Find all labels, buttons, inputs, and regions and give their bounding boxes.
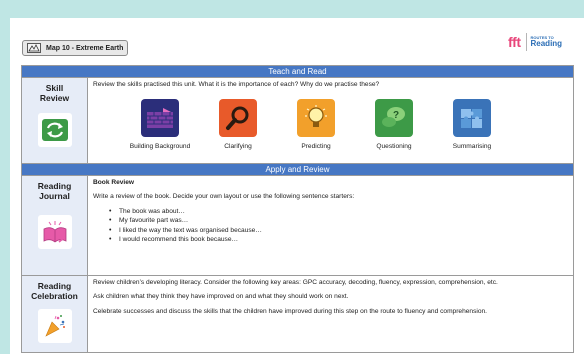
reading-journal-content: Book Review Write a review of the book. … xyxy=(88,176,573,275)
sentence-starters-list: The book was about… My favourite part wa… xyxy=(93,208,568,245)
book-review-heading: Book Review xyxy=(93,179,135,186)
reading-celebration-title: Reading Celebration xyxy=(31,281,78,301)
reading-journal-title: Reading Journal xyxy=(38,181,72,201)
skill-predicting: Predicting xyxy=(277,99,355,151)
routes-to-reading-logo: ROUTES TO Reading xyxy=(531,36,563,48)
question-bubble-icon: ? xyxy=(375,99,413,138)
reading-journal-title-line1: Reading xyxy=(37,181,72,191)
list-item: The book was about… xyxy=(109,208,568,217)
reading-celebration-label-cell: Reading Celebration xyxy=(22,276,88,352)
lesson-table: Teach and Read Skill Review Review the s… xyxy=(21,65,574,353)
section-header-apply-and-review: Apply and Review xyxy=(22,164,573,176)
book-review-intro: Write a review of the book. Decide your … xyxy=(93,193,355,201)
skill-building-background: Building Background xyxy=(121,99,199,151)
brand-big-text: Reading xyxy=(530,39,563,48)
skill-label: Predicting xyxy=(301,143,331,151)
open-book-icon xyxy=(37,215,72,249)
map-icon xyxy=(26,43,42,54)
skill-summarising: Summarising xyxy=(433,99,511,151)
skill-label: Summarising xyxy=(452,143,492,151)
reading-celebration-title-line1: Reading xyxy=(37,281,72,291)
celebration-paragraph-3: Celebrate successes and discuss the skil… xyxy=(93,307,488,315)
map-badge-label: Map 10 - Extreme Earth xyxy=(46,44,124,52)
list-item: I would recommend this book because… xyxy=(109,236,568,245)
fft-logo: fft xyxy=(508,34,521,50)
puzzle-icon xyxy=(453,99,491,138)
skill-label: Clarifying xyxy=(224,143,252,151)
list-item: I liked the way the text was organised b… xyxy=(109,227,568,236)
reading-celebration-row: Reading Celebration Review children’s de… xyxy=(22,276,573,352)
reading-celebration-title-line2: Celebration xyxy=(31,291,78,301)
refresh-arrows-icon xyxy=(37,113,72,147)
brand-divider xyxy=(525,33,527,51)
map-badge: Map 10 - Extreme Earth xyxy=(22,40,128,56)
reading-celebration-content: Review children’s developing literacy. C… xyxy=(88,276,573,352)
celebration-paragraph-1: Review children’s developing literacy. C… xyxy=(93,279,498,286)
skill-review-question: Review the skills practised this unit. W… xyxy=(93,81,380,88)
section-header-teach-and-read: Teach and Read xyxy=(22,66,573,78)
skill-review-label-cell: Skill Review xyxy=(22,78,88,163)
party-popper-icon xyxy=(37,309,72,343)
reading-journal-title-line2: Journal xyxy=(39,191,70,201)
skill-review-title-line2: Review xyxy=(39,93,70,103)
skill-review-content: Review the skills practised this unit. W… xyxy=(88,78,573,163)
celebration-paragraph-2: Ask children what they think they have i… xyxy=(93,293,349,301)
lightbulb-icon xyxy=(297,99,335,138)
skill-review-title-line1: Skill xyxy=(45,83,64,93)
magnifying-glass-icon xyxy=(219,99,257,138)
top-decorative-band xyxy=(0,0,584,18)
skill-review-title: Skill Review xyxy=(40,83,69,103)
skill-questioning: ? Questioning xyxy=(355,99,433,151)
brand-logo: fft ROUTES TO Reading xyxy=(508,31,574,53)
skill-label: Questioning xyxy=(376,143,412,151)
left-decorative-band xyxy=(0,0,10,354)
skill-review-row: Skill Review Review the skills practised… xyxy=(22,78,573,164)
reading-journal-row: Reading Journal Book Review Write a revi… xyxy=(22,176,573,276)
reading-journal-label-cell: Reading Journal xyxy=(22,176,88,275)
skill-label: Building Background xyxy=(129,143,191,151)
list-item: My favourite part was… xyxy=(109,217,568,226)
skill-clarifying: Clarifying xyxy=(199,99,277,151)
svg-text:?: ? xyxy=(393,110,399,121)
skills-list: Building Background Clarifying Predictin… xyxy=(121,99,568,151)
brick-wall-icon xyxy=(141,99,179,138)
